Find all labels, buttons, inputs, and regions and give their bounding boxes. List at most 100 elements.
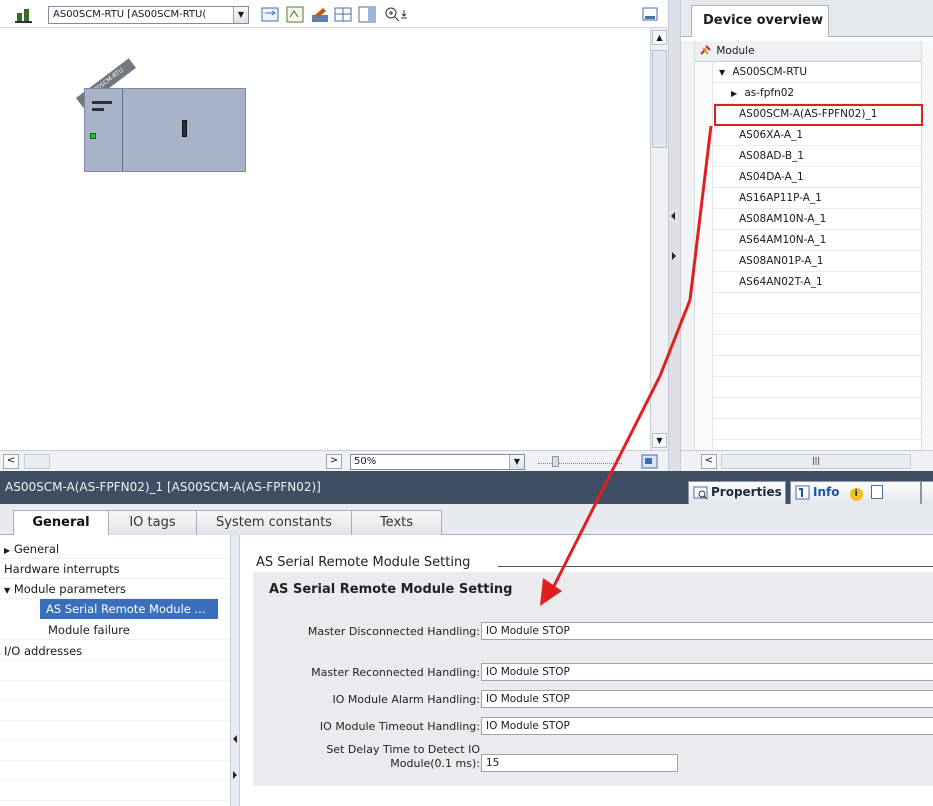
chevron-down-icon[interactable]: ▼	[233, 7, 248, 23]
swap-view-icon[interactable]	[260, 5, 280, 24]
info-tab-icon	[795, 485, 810, 500]
expand-down-icon[interactable]: ▼	[4, 586, 10, 595]
parameter-nav-tree: ▶ General Hardware interrupts ▼ Module p…	[0, 535, 230, 806]
inspector-tabs: General IO tags System constants Texts	[0, 504, 933, 536]
horizontal-scrollbar[interactable]: < > 50% ▼	[0, 450, 668, 471]
table-row[interactable]: ▼ AS00SCM-RTU	[713, 62, 921, 83]
nav-item-io-addresses[interactable]: I/O addresses	[0, 641, 229, 661]
io-timeout-field[interactable]: IO Module STOP	[481, 717, 933, 735]
device-view-panel: AS00SCM-RTU [AS00SCM-RTU( ▼ AS00SCM-RTU	[0, 0, 668, 471]
tab-system-constants[interactable]: System constants	[196, 510, 352, 535]
table-row[interactable]: AS16AP11P-A_1	[713, 188, 921, 209]
device-select[interactable]: AS00SCM-RTU [AS00SCM-RTU( ▼	[48, 6, 249, 24]
info-icon: i	[849, 488, 863, 501]
scroll-left-icon[interactable]: <	[3, 454, 19, 469]
show-names-icon[interactable]	[285, 5, 305, 24]
nav-item-module-parameters[interactable]: ▼ Module parameters	[0, 579, 229, 599]
io-timeout-label: IO Module Timeout Handling:	[319, 720, 480, 733]
collapse-panel-icon[interactable]	[641, 5, 661, 24]
table-row[interactable]: AS64AN02T-A_1	[713, 272, 921, 293]
device-view-toolbar: AS00SCM-RTU [AS00SCM-RTU( ▼	[0, 0, 668, 28]
network-device-icon[interactable]	[14, 5, 34, 24]
overview-navigation-icon[interactable]	[640, 452, 660, 471]
collapse-left-icon[interactable]	[233, 735, 237, 743]
tab-io-tags[interactable]: IO tags	[108, 510, 197, 535]
nav-item-as-serial-remote-module[interactable]: AS Serial Remote Module ...	[40, 599, 218, 619]
expand-right-icon[interactable]: ▶	[731, 83, 741, 104]
module-name: as-fpfn02	[744, 87, 795, 99]
delay-time-field[interactable]: 15	[481, 754, 678, 772]
collapse-left-icon[interactable]	[671, 212, 675, 220]
zoom-in-icon[interactable]	[384, 5, 407, 24]
nav-item-hardware-interrupts[interactable]: Hardware interrupts	[0, 559, 229, 579]
panel-splitter[interactable]	[668, 0, 681, 471]
section-title: AS Serial Remote Module Setting	[256, 555, 471, 570]
nav-splitter[interactable]	[230, 535, 240, 806]
device-overview-header: Device overview	[681, 0, 933, 37]
nav-item-module-failure[interactable]: Module failure	[0, 620, 229, 640]
table-row[interactable]: AS64AM10N-A_1	[713, 230, 921, 251]
io-alarm-label: IO Module Alarm Handling:	[332, 693, 481, 706]
table-row[interactable]: AS06XA-A_1	[713, 125, 921, 146]
module-name: AS00SCM-RTU	[732, 66, 808, 78]
expand-down-icon[interactable]: ▼	[719, 62, 729, 83]
module-name: AS08AN01P-A_1	[739, 255, 824, 267]
inspector-title-bar: AS00SCM-A(AS-FPFN02)_1 [AS00SCM-A(AS-FPF…	[0, 471, 933, 504]
panel-layout-icon[interactable]	[357, 5, 377, 24]
module-name: AS08AM10N-A_1	[739, 213, 827, 225]
tab-general[interactable]: General	[13, 510, 109, 536]
zoom-select[interactable]: 50% ▼	[350, 454, 525, 470]
tab-texts[interactable]: Texts	[351, 510, 442, 535]
scroll-right-icon[interactable]: >	[326, 454, 342, 469]
expand-right-icon[interactable]: ▶	[4, 546, 10, 555]
scroll-up-icon[interactable]: ▲	[652, 30, 667, 45]
table-row[interactable]: ▶ as-fpfn02	[713, 83, 921, 104]
scroll-thumb[interactable]	[652, 50, 667, 148]
diagnostics-icon	[870, 485, 883, 499]
device-select-value: AS00SCM-RTU [AS00SCM-RTU(	[53, 9, 207, 20]
delay-time-label-line1: Set Delay Time to Detect IO	[326, 743, 480, 756]
vertical-scrollbar[interactable]: ▲ ▼	[650, 28, 668, 450]
nav-item-general[interactable]: ▶ General	[0, 539, 229, 559]
collapse-right-icon[interactable]	[672, 252, 676, 260]
table-row[interactable]: AS04DA-A_1	[713, 167, 921, 188]
tab-diagnostics[interactable]: D	[921, 481, 933, 504]
tab-device-overview[interactable]: Device overview	[691, 5, 829, 37]
tab-properties[interactable]: Properties	[688, 481, 786, 504]
module-name: AS04DA-A_1	[739, 171, 804, 183]
parameter-content: AS Serial Remote Module Setting AS Seria…	[240, 535, 933, 806]
scroll-left-icon[interactable]: <	[701, 454, 717, 469]
zoom-slider-handle[interactable]	[552, 456, 559, 467]
master-disconnected-label: Master Disconnected Handling:	[307, 625, 480, 638]
table-row[interactable]: AS08AM10N-A_1	[713, 209, 921, 230]
scroll-thumb[interactable]	[24, 454, 50, 469]
table-header[interactable]: Module	[695, 41, 921, 62]
device-canvas[interactable]: AS00SCM-RTU	[0, 28, 650, 450]
scroll-thumb[interactable]: |||	[721, 454, 911, 469]
module-name: AS16AP11P-A_1	[739, 192, 822, 204]
device-rack[interactable]	[84, 88, 246, 172]
zoom-level: 50%	[354, 456, 377, 467]
chevron-down-icon[interactable]: ▼	[509, 455, 524, 469]
tab-info[interactable]: Info i	[790, 481, 921, 504]
table-row[interactable]: AS08AN01P-A_1	[713, 251, 921, 272]
master-reconnected-label: Master Reconnected Handling:	[311, 666, 480, 679]
scroll-down-icon[interactable]: ▼	[652, 433, 667, 448]
table-row[interactable]: AS08AD-B_1	[713, 146, 921, 167]
module-name: AS64AM10N-A_1	[739, 234, 827, 246]
grid-view-icon[interactable]	[333, 5, 353, 24]
io-alarm-field[interactable]: IO Module STOP	[481, 690, 933, 708]
master-reconnected-field[interactable]: IO Module STOP	[481, 663, 933, 681]
delay-time-label-line2: Module(0.1 ms):	[390, 757, 480, 770]
module-table: Module ▼ AS00SCM-RTU ▶ as-fpfn02 AS00SCM…	[681, 41, 933, 450]
setting-group: AS Serial Remote Module Setting Master D…	[253, 572, 933, 786]
zoom-slider[interactable]	[538, 454, 622, 469]
module-name: AS06XA-A_1	[739, 129, 804, 141]
group-title: AS Serial Remote Module Setting	[269, 582, 513, 597]
collapse-right-icon[interactable]	[233, 771, 237, 779]
module-column-header: Module	[716, 45, 755, 57]
master-disconnected-field[interactable]: IO Module STOP	[481, 622, 933, 640]
edit-pen-icon[interactable]	[310, 5, 330, 24]
module-name: AS08AD-B_1	[739, 150, 805, 162]
overview-horizontal-scrollbar[interactable]: < |||	[681, 450, 933, 471]
